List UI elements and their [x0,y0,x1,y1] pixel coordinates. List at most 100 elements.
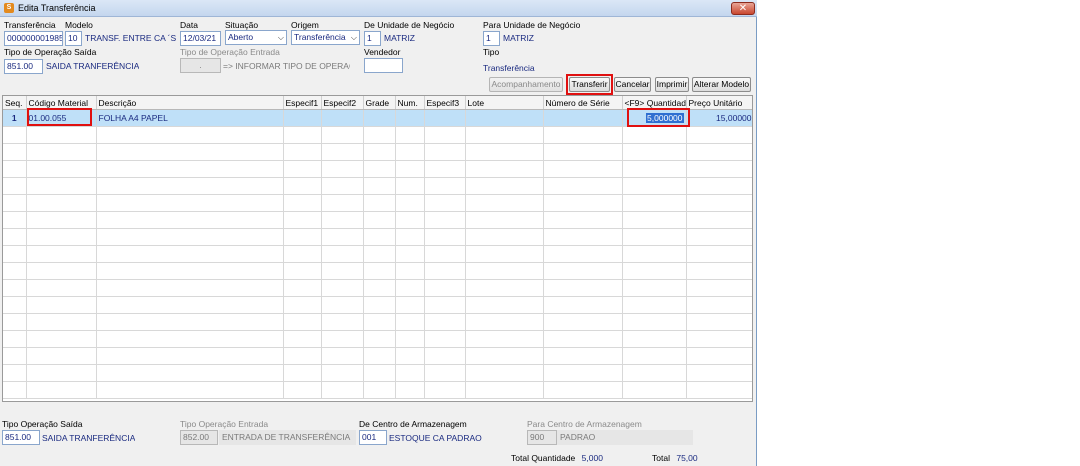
column-header-especif1[interactable]: Especif1 [283,96,322,110]
empty-cell[interactable] [321,211,364,229]
empty-cell[interactable] [686,126,752,144]
cancelar-button[interactable]: Cancelar [614,77,651,92]
empty-cell[interactable] [543,160,623,178]
empty-cell[interactable] [363,143,396,161]
empty-cell[interactable] [465,245,544,263]
empty-cell[interactable] [283,245,322,263]
empty-row[interactable] [3,313,752,331]
empty-cell[interactable] [96,262,284,280]
empty-cell[interactable] [363,347,396,365]
column-header-num[interactable]: Num. [395,96,425,110]
empty-cell[interactable] [96,228,284,246]
empty-cell[interactable] [424,228,466,246]
empty-cell[interactable] [395,245,425,263]
empty-cell[interactable] [321,330,364,348]
empty-cell[interactable] [283,296,322,314]
empty-cell[interactable] [96,364,284,382]
empty-cell[interactable] [321,245,364,263]
empty-cell[interactable] [96,381,284,399]
empty-cell[interactable] [395,262,425,280]
empty-cell[interactable] [622,262,687,280]
empty-cell[interactable] [395,313,425,331]
empty-cell[interactable] [543,126,623,144]
empty-cell[interactable] [465,381,544,399]
empty-cell[interactable] [3,296,27,314]
column-header-lote[interactable]: Lote [465,96,544,110]
empty-cell[interactable] [395,177,425,195]
empty-cell[interactable] [395,347,425,365]
empty-cell[interactable] [395,160,425,178]
empty-cell[interactable] [465,279,544,297]
empty-cell[interactable] [321,347,364,365]
empty-cell[interactable] [686,364,752,382]
empty-cell[interactable] [26,364,97,382]
empty-cell[interactable] [465,262,544,280]
empty-cell[interactable] [96,245,284,263]
empty-cell[interactable] [543,194,623,212]
empty-row[interactable] [3,160,752,178]
empty-cell[interactable] [686,228,752,246]
empty-cell[interactable] [395,228,425,246]
empty-cell[interactable] [363,364,396,382]
empty-cell[interactable] [96,347,284,365]
empty-cell[interactable] [283,279,322,297]
empty-cell[interactable] [3,211,27,229]
empty-row[interactable] [3,381,752,399]
column-header-grade[interactable]: Grade [363,96,396,110]
acompanhamento-button[interactable]: Acompanhamento [489,77,563,92]
empty-cell[interactable] [321,262,364,280]
cell-especif1[interactable] [283,109,322,127]
empty-cell[interactable] [465,364,544,382]
empty-cell[interactable] [96,143,284,161]
tipo-entrada-code-field[interactable]: . [180,58,221,73]
empty-cell[interactable] [26,143,97,161]
empty-cell[interactable] [424,279,466,297]
empty-cell[interactable] [543,279,623,297]
empty-cell[interactable] [321,194,364,212]
empty-cell[interactable] [543,364,623,382]
empty-cell[interactable] [424,262,466,280]
empty-row[interactable] [3,211,752,229]
empty-cell[interactable] [686,245,752,263]
empty-row[interactable] [3,296,752,314]
empty-cell[interactable] [465,143,544,161]
empty-cell[interactable] [622,126,687,144]
empty-cell[interactable] [3,160,27,178]
column-header-seq[interactable]: Seq. [3,96,27,110]
empty-row[interactable] [3,194,752,212]
empty-cell[interactable] [321,364,364,382]
empty-cell[interactable] [3,381,27,399]
empty-cell[interactable] [395,126,425,144]
data-field[interactable]: 12/03/21 [180,31,221,46]
empty-cell[interactable] [3,364,27,382]
empty-cell[interactable] [686,313,752,331]
empty-cell[interactable] [26,313,97,331]
empty-cell[interactable] [622,194,687,212]
empty-cell[interactable] [686,262,752,280]
vendedor-field[interactable] [364,58,403,73]
column-header-especif3[interactable]: Especif3 [424,96,466,110]
modelo-code-field[interactable]: 10 [65,31,82,46]
empty-cell[interactable] [3,228,27,246]
empty-cell[interactable] [283,313,322,331]
cell-especif3[interactable] [424,109,466,127]
empty-cell[interactable] [26,279,97,297]
alterar-modelo-button[interactable]: Alterar Modelo [692,77,751,92]
empty-cell[interactable] [465,211,544,229]
empty-cell[interactable] [283,262,322,280]
cell-especif2[interactable] [321,109,364,127]
cell-numero-serie[interactable] [543,109,623,127]
empty-cell[interactable] [26,381,97,399]
empty-cell[interactable] [3,347,27,365]
empty-cell[interactable] [321,228,364,246]
empty-cell[interactable] [363,313,396,331]
empty-cell[interactable] [395,296,425,314]
empty-cell[interactable] [622,143,687,161]
empty-cell[interactable] [424,126,466,144]
empty-cell[interactable] [96,279,284,297]
empty-cell[interactable] [3,330,27,348]
empty-cell[interactable] [686,143,752,161]
empty-cell[interactable] [26,347,97,365]
empty-cell[interactable] [395,364,425,382]
empty-row[interactable] [3,177,752,195]
